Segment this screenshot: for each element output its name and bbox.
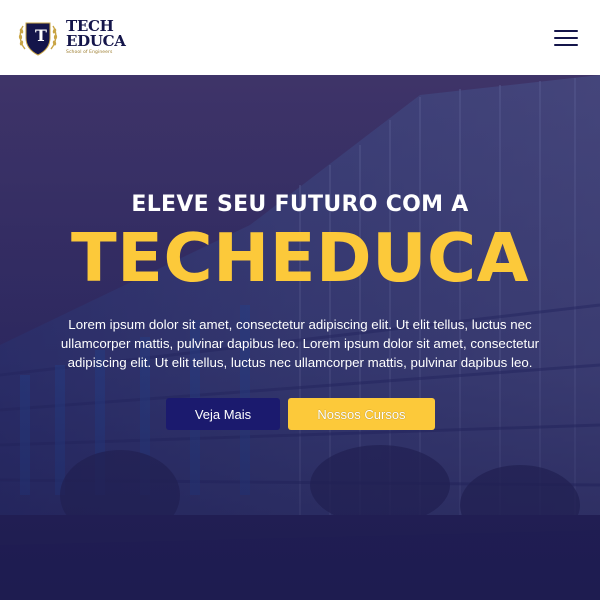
hero-description: Lorem ipsum dolor sit amet, consectetur … (60, 317, 540, 370)
nossos-cursos-button[interactable]: Nossos Cursos (288, 398, 435, 430)
hamburger-bar (554, 43, 578, 46)
logo-line-2: EDUCA (66, 32, 126, 51)
hamburger-bar (554, 29, 578, 32)
logo-wordmark: TECH EDUCA School of Engineers (66, 19, 126, 56)
hero-title: TECHEDUCA (70, 219, 530, 297)
hero-content: ELEVE SEU FUTURO COM A TECHEDUCA Lorem i… (0, 75, 600, 600)
hero-kicker: ELEVE SEU FUTURO COM A (131, 192, 469, 217)
veja-mais-button[interactable]: Veja Mais (166, 398, 280, 430)
hamburger-bar (554, 36, 578, 39)
site-header: T TECH EDUCA School of Engineers (0, 0, 600, 75)
logo-tagline: School of Engineers (66, 50, 113, 56)
hero-section: ELEVE SEU FUTURO COM A TECHEDUCA Lorem i… (0, 75, 600, 600)
hamburger-menu-icon[interactable] (554, 29, 578, 46)
logo[interactable]: T TECH EDUCA School of Engineers (16, 18, 126, 58)
logo-emblem-letter: T (35, 26, 47, 45)
